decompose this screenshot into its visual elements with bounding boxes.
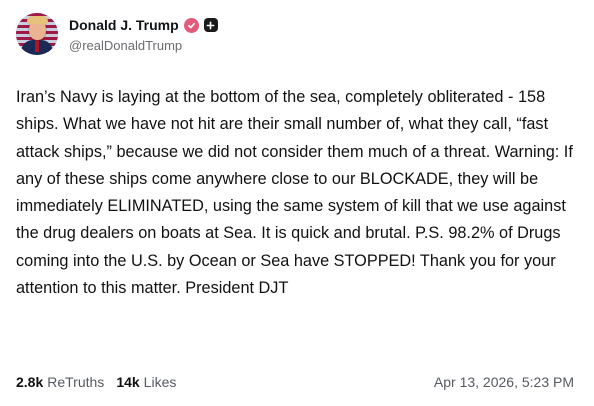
- avatar[interactable]: [16, 13, 58, 55]
- likes-stat[interactable]: 14k Likes: [116, 374, 176, 390]
- truth-post: Donald J. Trump @realDonaldTrump Iran’s …: [0, 0, 594, 406]
- author-handle[interactable]: @realDonaldTrump: [69, 38, 182, 53]
- verified-badge-icon: [183, 17, 199, 33]
- author-display-name[interactable]: Donald J. Trump: [69, 17, 179, 33]
- post-timestamp[interactable]: Apr 13, 2026, 5:23 PM: [434, 374, 574, 390]
- retruths-stat[interactable]: 2.8k ReTruths: [16, 374, 104, 390]
- retruths-count: 2.8k: [16, 374, 44, 390]
- author-name-row: Donald J. Trump: [69, 15, 218, 35]
- post-footer: 2.8k ReTruths 14k Likes Apr 13, 2026, 5:…: [16, 372, 574, 392]
- post-body-text: Iran’s Navy is laying at the bottom of t…: [16, 88, 573, 298]
- avatar-tie: [35, 40, 39, 52]
- plus-badge-icon: [203, 18, 218, 32]
- likes-label: Likes: [143, 374, 177, 390]
- avatar-hair: [27, 16, 48, 24]
- likes-count: 14k: [116, 374, 140, 390]
- retruths-label: ReTruths: [47, 374, 105, 390]
